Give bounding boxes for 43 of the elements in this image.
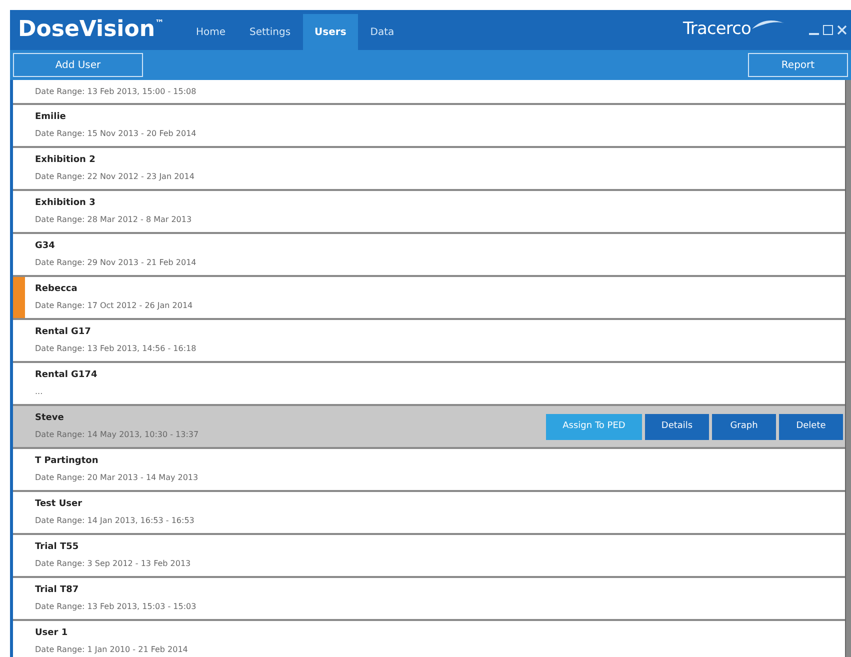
user-name: Test User [35, 498, 84, 511]
date-range: Date Range: 3 Sep 2012 - 13 Feb 2013 [35, 558, 192, 570]
user-name: Rental G174 [35, 368, 98, 382]
date-range: Date Range: 17 Oct 2012 - 26 Jan 2014 [35, 300, 194, 312]
date-range: Date Range: 13 Feb 2013, 15:03 - 15:03 [35, 601, 198, 614]
maximize-icon[interactable] [823, 25, 833, 35]
user-name: Exhibition 2 [35, 154, 96, 167]
user-row[interactable]: Rebecca Date Range: 17 Oct 2012 - 26 Jan 2014 [13, 277, 845, 320]
date-range: ... [35, 386, 44, 398]
date-range: Date Range: 22 Nov 2012 - 23 Jan 2014 [35, 171, 196, 184]
scrollbar[interactable] [845, 80, 851, 657]
user-name: T Partington [35, 454, 100, 468]
date-range: Date Range: 29 Nov 2013 - 21 Feb 2014 [35, 257, 198, 270]
nav-tab[interactable]: Settings [238, 14, 303, 50]
close-icon[interactable] [837, 25, 847, 35]
app-title: DoseVision™ [18, 19, 164, 41]
brand-logo: Tracerco [682, 18, 751, 42]
user-name: Exhibition 3 [35, 196, 96, 210]
row-action-button[interactable]: Details [645, 414, 709, 440]
date-range: Date Range: 1 Jan 2010 - 21 Feb 2014 [35, 644, 189, 656]
row-action-button[interactable]: Delete [779, 414, 843, 440]
nav-tab[interactable]: Home [184, 14, 238, 50]
add-user-button[interactable]: Add User [13, 53, 143, 77]
user-name: G34 [35, 240, 56, 253]
date-range: Date Range: 14 May 2013, 10:30 - 13:37 [35, 429, 200, 442]
date-range: Date Range: 13 Feb 2013, 14:56 - 16:18 [35, 343, 198, 356]
date-range: Date Range: 28 Mar 2012 - 8 Mar 2013 [35, 214, 193, 226]
user-name: Trial T87 [35, 584, 80, 597]
date-range: Date Range: 14 Jan 2013, 16:53 - 16:53 [35, 515, 196, 528]
report-button[interactable]: Report [748, 53, 848, 77]
user-name: Rebecca [35, 282, 78, 296]
user-name: Rental G17 [35, 326, 92, 339]
user-row[interactable]: Steve Date Range: 14 May 2013, 10:30 - 13:37 Assign To PED Details Graph Delete [13, 406, 845, 449]
date-range: Date Range: 13 Feb 2013, 15:00 - 15:08 [35, 86, 198, 98]
user-name: Steve [35, 412, 65, 425]
user-name: User 1 [35, 626, 69, 640]
row-action-button[interactable]: Graph [712, 414, 776, 440]
nav-tab[interactable]: Data [358, 14, 406, 50]
user-name: Trial T55 [35, 540, 80, 554]
date-range: Date Range: 15 Nov 2013 - 20 Feb 2014 [35, 128, 198, 140]
date-range: Date Range: 20 Mar 2013 - 14 May 2013 [35, 472, 200, 484]
user-name: Emilie [35, 110, 67, 124]
nav-tab[interactable]: Users [302, 14, 358, 50]
